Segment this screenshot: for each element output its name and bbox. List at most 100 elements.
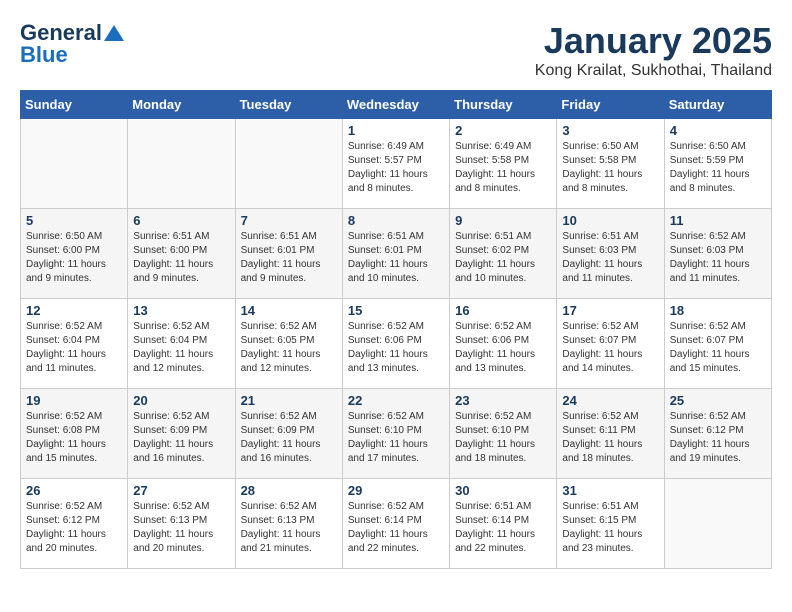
week-row-4: 19 Sunrise: 6:52 AMSunset: 6:08 PMDayligh…	[21, 389, 772, 479]
calendar-cell: 30 Sunrise: 6:51 AMSunset: 6:14 PMDayligh…	[450, 479, 557, 569]
week-row-2: 5Sunrise: 6:50 AMSunset: 6:00 PMDaylight…	[21, 209, 772, 299]
calendar-cell: 15 Sunrise: 6:52 AMSunset: 6:06 PMDayligh…	[342, 299, 449, 389]
calendar-cell: 16 Sunrise: 6:52 AMSunset: 6:06 PMDayligh…	[450, 299, 557, 389]
day-number: 8	[348, 213, 444, 228]
day-number: 20	[133, 393, 229, 408]
day-number: 5	[26, 213, 122, 228]
week-row-1: 1Sunrise: 6:49 AMSunset: 5:57 PMDaylight…	[21, 119, 772, 209]
calendar-cell: 31Sunrise: 6:51 AMSunset: 6:15 PMDayligh…	[557, 479, 664, 569]
weekday-header-saturday: Saturday	[664, 91, 771, 119]
day-number: 18	[670, 303, 766, 318]
week-row-3: 12 Sunrise: 6:52 AMSunset: 6:04 PMDayligh…	[21, 299, 772, 389]
day-number: 15	[348, 303, 444, 318]
day-number: 11	[670, 213, 766, 228]
day-info: Sunrise: 6:52 AMSunset: 6:09 PMDaylight:…	[133, 410, 229, 466]
day-info: Sunrise: 6:52 AMSunset: 6:06 PMDaylight:…	[455, 320, 551, 376]
calendar-cell: 20 Sunrise: 6:52 AMSunset: 6:09 PMDayligh…	[128, 389, 235, 479]
weekday-header-tuesday: Tuesday	[235, 91, 342, 119]
calendar-cell: 1Sunrise: 6:49 AMSunset: 5:57 PMDaylight…	[342, 119, 449, 209]
calendar-cell: 18 Sunrise: 6:52 AMSunset: 6:07 PMDayligh…	[664, 299, 771, 389]
calendar-header: SundayMondayTuesdayWednesdayThursdayFrid…	[21, 91, 772, 119]
calendar-table: SundayMondayTuesdayWednesdayThursdayFrid…	[20, 90, 772, 569]
day-number: 27	[133, 483, 229, 498]
calendar-cell: 12Sunrise: 6:52 AMSunset: 6:04 PMDayligh…	[21, 299, 128, 389]
calendar-cell: 4 Sunrise: 6:50 AMSunset: 5:59 PMDaylight…	[664, 119, 771, 209]
day-info: Sunrise: 6:50 AMSunset: 5:59 PMDaylight:…	[670, 140, 766, 196]
weekday-header-monday: Monday	[128, 91, 235, 119]
calendar-cell: 21 Sunrise: 6:52 AMSunset: 6:09 PMDayligh…	[235, 389, 342, 479]
calendar-body: 1Sunrise: 6:49 AMSunset: 5:57 PMDaylight…	[21, 119, 772, 569]
logo-blue-text: Blue	[20, 42, 68, 68]
logo-icon	[104, 25, 124, 41]
day-info: Sunrise: 6:51 AMSunset: 6:00 PMDaylight:…	[133, 230, 229, 286]
day-info: Sunrise: 6:51 AMSunset: 6:02 PMDaylight:…	[455, 230, 551, 286]
calendar-cell	[235, 119, 342, 209]
day-number: 25	[670, 393, 766, 408]
day-info: Sunrise: 6:52 AMSunset: 6:08 PMDaylight:…	[26, 410, 122, 466]
calendar-cell: 25Sunrise: 6:52 AMSunset: 6:12 PMDayligh…	[664, 389, 771, 479]
month-title: January 2025	[535, 20, 772, 62]
calendar-cell: 19 Sunrise: 6:52 AMSunset: 6:08 PMDayligh…	[21, 389, 128, 479]
calendar-cell: 3 Sunrise: 6:50 AMSunset: 5:58 PMDaylight…	[557, 119, 664, 209]
calendar-cell: 6Sunrise: 6:51 AMSunset: 6:00 PMDaylight…	[128, 209, 235, 299]
day-number: 7	[241, 213, 337, 228]
page-header: General Blue January 2025 Kong Krailat, …	[20, 20, 772, 80]
calendar-cell: 8 Sunrise: 6:51 AMSunset: 6:01 PMDaylight…	[342, 209, 449, 299]
day-info: Sunrise: 6:52 AMSunset: 6:09 PMDaylight:…	[241, 410, 337, 466]
day-info: Sunrise: 6:52 AMSunset: 6:05 PMDaylight:…	[241, 320, 337, 376]
day-number: 26	[26, 483, 122, 498]
day-info: Sunrise: 6:52 AMSunset: 6:03 PMDaylight:…	[670, 230, 766, 286]
day-number: 16	[455, 303, 551, 318]
calendar-cell	[664, 479, 771, 569]
day-number: 1	[348, 123, 444, 138]
day-number: 12	[26, 303, 122, 318]
day-number: 4	[670, 123, 766, 138]
day-info: Sunrise: 6:52 AMSunset: 6:13 PMDaylight:…	[133, 500, 229, 556]
day-info: Sunrise: 6:52 AMSunset: 6:13 PMDaylight:…	[241, 500, 337, 556]
day-info: Sunrise: 6:52 AMSunset: 6:07 PMDaylight:…	[562, 320, 658, 376]
day-info: Sunrise: 6:52 AMSunset: 6:10 PMDaylight:…	[348, 410, 444, 466]
weekday-header-row: SundayMondayTuesdayWednesdayThursdayFrid…	[21, 91, 772, 119]
calendar-cell: 23Sunrise: 6:52 AMSunset: 6:10 PMDayligh…	[450, 389, 557, 479]
calendar-cell: 24 Sunrise: 6:52 AMSunset: 6:11 PMDayligh…	[557, 389, 664, 479]
day-info: Sunrise: 6:52 AMSunset: 6:04 PMDaylight:…	[133, 320, 229, 376]
day-info: Sunrise: 6:52 AMSunset: 6:12 PMDaylight:…	[26, 500, 122, 556]
week-row-5: 26 Sunrise: 6:52 AMSunset: 6:12 PMDayligh…	[21, 479, 772, 569]
weekday-header-friday: Friday	[557, 91, 664, 119]
calendar-cell: 11 Sunrise: 6:52 AMSunset: 6:03 PMDayligh…	[664, 209, 771, 299]
day-number: 2	[455, 123, 551, 138]
calendar-cell: 13Sunrise: 6:52 AMSunset: 6:04 PMDayligh…	[128, 299, 235, 389]
day-number: 21	[241, 393, 337, 408]
day-info: Sunrise: 6:51 AMSunset: 6:15 PMDaylight:…	[562, 500, 658, 556]
day-info: Sunrise: 6:49 AMSunset: 5:58 PMDaylight:…	[455, 140, 551, 196]
calendar-cell: 29Sunrise: 6:52 AMSunset: 6:14 PMDayligh…	[342, 479, 449, 569]
calendar-cell	[128, 119, 235, 209]
weekday-header-wednesday: Wednesday	[342, 91, 449, 119]
day-info: Sunrise: 6:50 AMSunset: 5:58 PMDaylight:…	[562, 140, 658, 196]
calendar-cell: 28Sunrise: 6:52 AMSunset: 6:13 PMDayligh…	[235, 479, 342, 569]
day-number: 23	[455, 393, 551, 408]
day-number: 9	[455, 213, 551, 228]
calendar-cell: 22Sunrise: 6:52 AMSunset: 6:10 PMDayligh…	[342, 389, 449, 479]
day-info: Sunrise: 6:52 AMSunset: 6:07 PMDaylight:…	[670, 320, 766, 376]
calendar-cell: 26 Sunrise: 6:52 AMSunset: 6:12 PMDayligh…	[21, 479, 128, 569]
calendar-cell: 10Sunrise: 6:51 AMSunset: 6:03 PMDayligh…	[557, 209, 664, 299]
logo: General Blue	[20, 20, 124, 68]
calendar-cell: 27 Sunrise: 6:52 AMSunset: 6:13 PMDayligh…	[128, 479, 235, 569]
day-info: Sunrise: 6:52 AMSunset: 6:11 PMDaylight:…	[562, 410, 658, 466]
day-info: Sunrise: 6:51 AMSunset: 6:01 PMDaylight:…	[348, 230, 444, 286]
day-number: 24	[562, 393, 658, 408]
day-number: 17	[562, 303, 658, 318]
title-block: January 2025 Kong Krailat, Sukhothai, Th…	[535, 20, 772, 80]
day-info: Sunrise: 6:52 AMSunset: 6:06 PMDaylight:…	[348, 320, 444, 376]
day-number: 19	[26, 393, 122, 408]
calendar-cell: 5Sunrise: 6:50 AMSunset: 6:00 PMDaylight…	[21, 209, 128, 299]
calendar-cell	[21, 119, 128, 209]
weekday-header-sunday: Sunday	[21, 91, 128, 119]
day-info: Sunrise: 6:51 AMSunset: 6:01 PMDaylight:…	[241, 230, 337, 286]
day-info: Sunrise: 6:51 AMSunset: 6:03 PMDaylight:…	[562, 230, 658, 286]
day-number: 3	[562, 123, 658, 138]
day-info: Sunrise: 6:51 AMSunset: 6:14 PMDaylight:…	[455, 500, 551, 556]
day-number: 30	[455, 483, 551, 498]
day-number: 29	[348, 483, 444, 498]
